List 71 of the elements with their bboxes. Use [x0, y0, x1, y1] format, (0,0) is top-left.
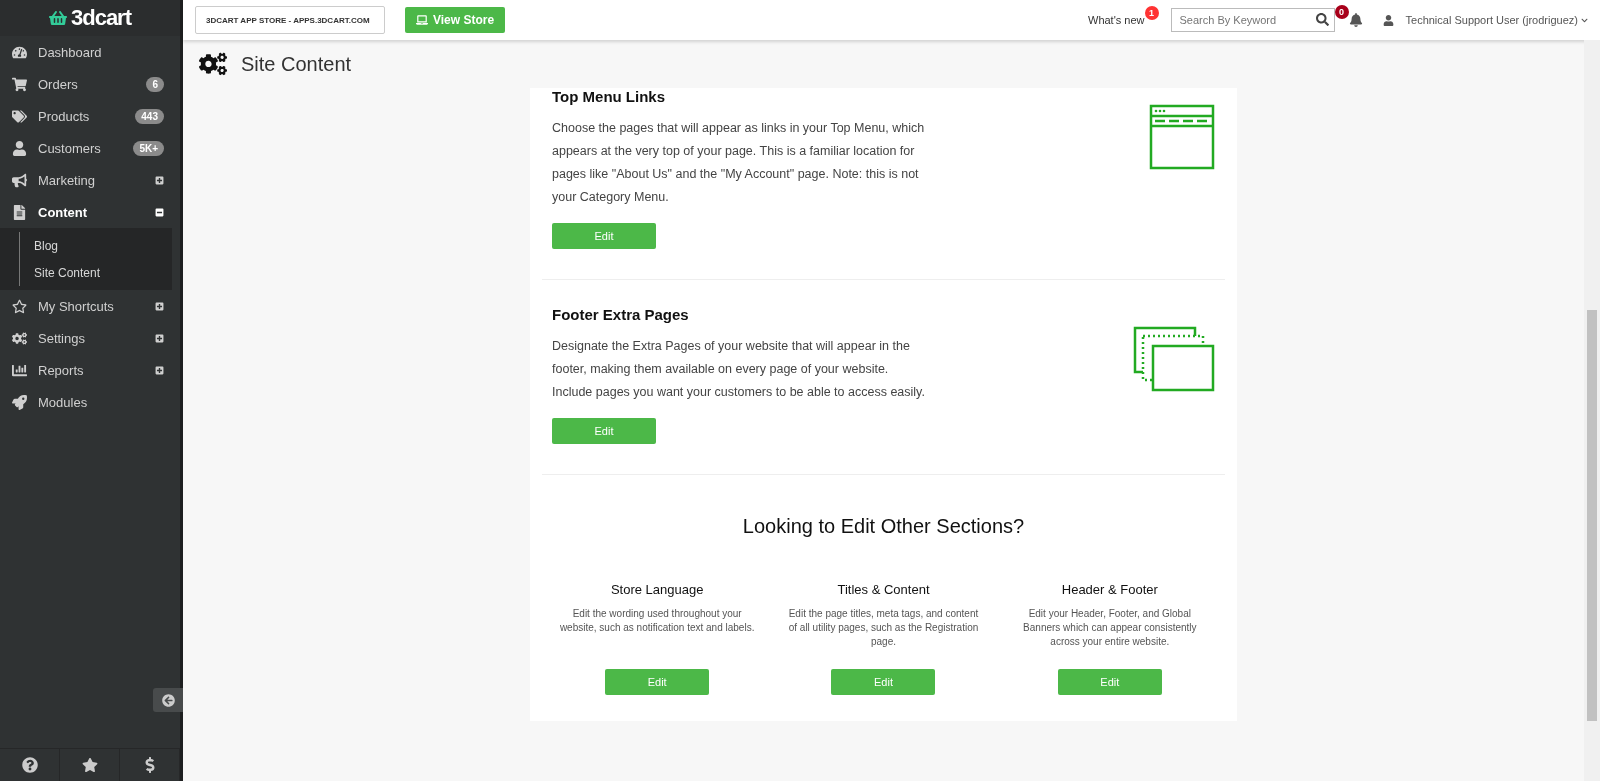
sidebar-label: Products: [38, 108, 91, 124]
bar-chart-icon: [11, 362, 27, 378]
star-icon: [11, 298, 27, 314]
document-icon: [11, 204, 27, 220]
sidebar-item[interactable]: Products 443: [0, 100, 180, 132]
submenu-item[interactable]: Blog: [19, 232, 172, 259]
sidebar-item[interactable]: Settings: [0, 322, 180, 354]
back-arrow-icon: [161, 693, 175, 707]
count-badge: 1: [1144, 6, 1159, 20]
help-icon: [21, 757, 38, 773]
column-description: Edit the wording used throughout your website, such as notification text and labels.: [559, 607, 755, 635]
column-description: Edit the page titles, meta tags, and content of all utility pages, such as the Registration page.: [787, 607, 980, 649]
bell-icon[interactable]: [1348, 13, 1363, 27]
gears-icon: [11, 330, 27, 346]
tags-icon: [11, 108, 27, 124]
column-title: Store Language: [610, 582, 704, 597]
column-title: Titles & Content: [837, 582, 930, 597]
cart-icon: [11, 76, 27, 92]
gears-icon: [199, 50, 227, 78]
count-badge: 5K+: [133, 140, 164, 156]
whats-new-link[interactable]: What's new: [1088, 14, 1145, 26]
scrollbar[interactable]: [1584, 40, 1600, 781]
browser-window-icon: [1149, 104, 1215, 170]
section-title: Top Menu Links: [552, 88, 667, 105]
user-icon: [1382, 14, 1394, 26]
sidebar-item[interactable]: My Shortcuts: [0, 290, 180, 322]
count-badge: 443: [135, 108, 164, 124]
column-title: Header & Footer: [1061, 582, 1158, 597]
sidebar-item[interactable]: Content: [0, 196, 180, 228]
sidebar-item[interactable]: Modules: [0, 386, 180, 418]
collapse-sidebar-button[interactable]: [153, 688, 183, 712]
sidebar-label: Marketing: [38, 172, 97, 188]
sidebar-label: Orders: [38, 76, 79, 92]
sidebar-label: Settings: [38, 330, 86, 346]
dashboard-icon: [11, 44, 27, 60]
megaphone-icon: [11, 172, 27, 188]
user-icon: [11, 140, 27, 156]
notification-badge: 0: [1334, 5, 1349, 19]
sidebar-label: Reports: [38, 362, 85, 378]
sidebar-label: Dashboard: [38, 44, 103, 60]
page-title: Site Content: [241, 52, 352, 76]
sidebar-item[interactable]: Dashboard: [0, 36, 180, 68]
sidebar-label: My Shortcuts: [38, 298, 115, 314]
search-field[interactable]: Search By Keyword: [1170, 8, 1335, 32]
sidebar-item[interactable]: Customers 5K+: [0, 132, 180, 164]
sidebar-label: Modules: [38, 394, 89, 410]
collapse-icon[interactable]: [155, 207, 164, 217]
store-select[interactable]: 3DCART APP STORE - APPS.3DCART.COM: [195, 6, 385, 34]
sidebar-label: Customers: [38, 140, 102, 156]
sidebar-item[interactable]: Marketing: [0, 164, 180, 196]
chevron-down-icon: [1581, 17, 1588, 24]
other-sections-heading: Looking to Edit Other Sections?: [741, 515, 1026, 538]
star-icon: [81, 757, 98, 773]
column-description: Edit your Header, Footer, and Global Banners which can appear consistently across your entire website.: [1022, 607, 1198, 649]
expand-icon[interactable]: [155, 365, 164, 375]
expand-icon[interactable]: [155, 333, 164, 343]
laptop-icon: [416, 14, 428, 26]
sidebar-label: Content: [38, 204, 89, 220]
section-title: Footer Extra Pages: [552, 306, 690, 323]
section-description: Designate the Extra Pages of your website that will appear in the footer, making them available on every page of your website. Include pages you want your customers to be able to access easily.: [552, 338, 926, 401]
section-description: Choose the pages that will appear as links in your Top Menu, which appears at the very top of your page. This is a familiar location for pages like "About Us" and the "My Account" page. Note: this is not your Category Menu.: [552, 120, 926, 206]
submenu-item[interactable]: Site Content: [19, 259, 172, 286]
count-badge: 6: [146, 76, 164, 92]
stacked-pages-icon: [1133, 326, 1215, 392]
search-icon[interactable]: [1315, 13, 1329, 26]
expand-icon[interactable]: [155, 175, 164, 185]
user-menu[interactable]: Technical Support User (jrodriguez): [1405, 14, 1588, 26]
expand-icon[interactable]: [155, 301, 164, 311]
sidebar-item[interactable]: Orders 6: [0, 68, 180, 100]
sidebar-item[interactable]: Reports: [0, 354, 180, 386]
rocket-icon: [11, 394, 27, 410]
